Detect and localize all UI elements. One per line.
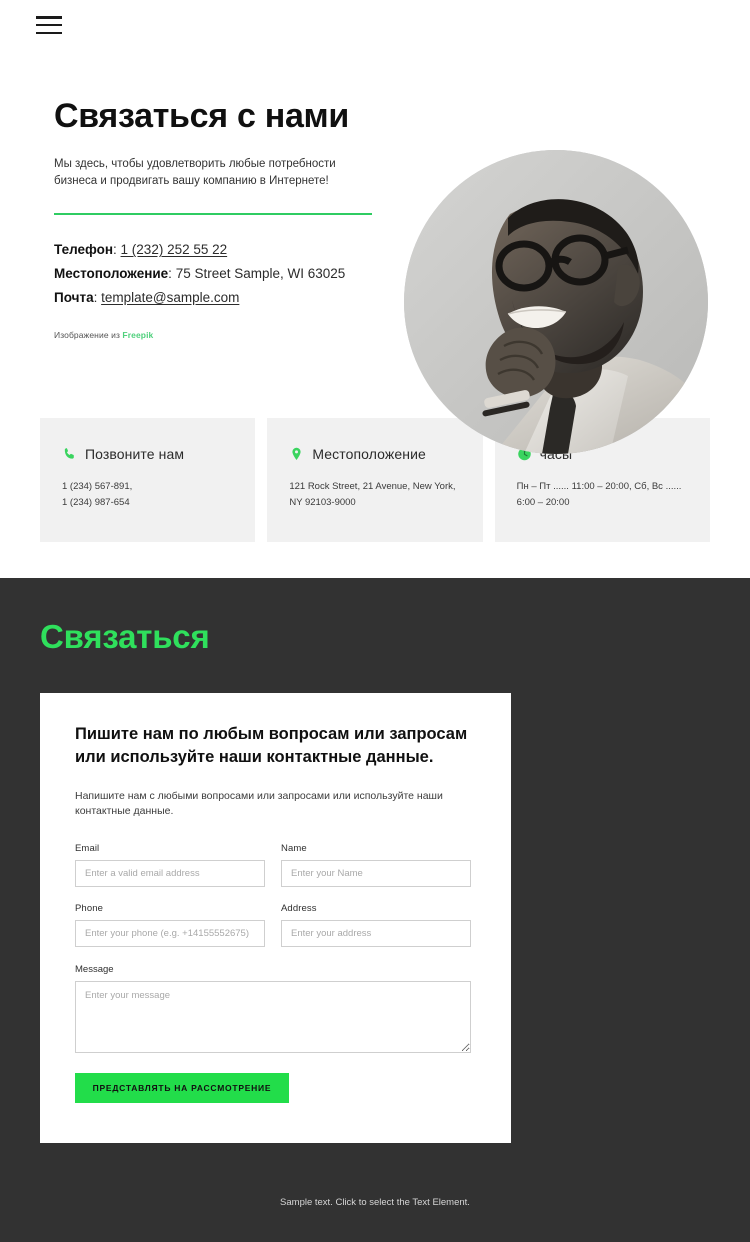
- hamburger-bar: [36, 23, 62, 27]
- phone-input[interactable]: [75, 920, 265, 947]
- info-card-location: Местоположение 121 Rock Street, 21 Avenu…: [267, 418, 483, 542]
- label-address: Address: [281, 903, 317, 914]
- contact-form-card: Пишите нам по любым вопросам или запроса…: [40, 692, 511, 1143]
- hero-subtitle: Мы здесь, чтобы удовлетворить любые потр…: [54, 158, 336, 188]
- info-card-header: Позвоните нам: [62, 446, 233, 462]
- phone-icon: [64, 448, 74, 459]
- freepik-link[interactable]: Freepik: [122, 330, 153, 340]
- form-field-phone: Phone: [75, 903, 265, 947]
- page-title: Связаться с нами: [54, 97, 350, 135]
- contact-location-label: Местоположение: [54, 266, 169, 282]
- contact-form-section: Связаться Пишите нам по любым вопросам и…: [0, 577, 750, 1242]
- info-card-call: Позвоните нам 1 (234) 567-891, 1 (234) 9…: [40, 418, 256, 542]
- contact-email-row: Почта: template@sample.com: [54, 286, 354, 310]
- hamburger-bar: [36, 31, 62, 34]
- address-input[interactable]: [281, 920, 471, 947]
- sep: :: [93, 290, 102, 306]
- name-input[interactable]: [281, 860, 471, 887]
- hero-text-column: Связаться с нами Мы здесь, чтобы удовлет…: [54, 84, 394, 340]
- contact-location-row: Местоположение: 75 Street Sample, WI 630…: [54, 262, 354, 286]
- submit-button[interactable]: ПРЕДСТАВЛЯТЬ НА РАССМОТРЕНИЕ: [75, 1073, 289, 1103]
- contact-email-label: Почта: [54, 290, 94, 306]
- image-credit-text: Изображение из: [54, 330, 120, 341]
- hamburger-bar: [36, 16, 62, 19]
- form-field-message: Message: [75, 964, 479, 1053]
- contact-email-link[interactable]: template@sample.com: [101, 290, 239, 305]
- contact-phone-row: Телефон: 1 (232) 252 55 22: [54, 238, 354, 262]
- message-textarea[interactable]: [75, 981, 471, 1053]
- image-credit: Изображение из Freepik: [54, 330, 394, 340]
- form-heading: Пишите нам по любым вопросам или запроса…: [75, 724, 468, 767]
- contact-phone-link[interactable]: 1 (232) 252 55 22: [121, 242, 228, 257]
- hero-portrait-photo: [404, 150, 708, 454]
- info-card-body: 121 Rock Street, 21 Avenue, New York, NY…: [289, 481, 456, 509]
- info-card-header: Местоположение: [289, 446, 460, 462]
- info-cards: Позвоните нам 1 (234) 567-891, 1 (234) 9…: [0, 418, 750, 542]
- map-pin-icon: [292, 447, 301, 460]
- hamburger-menu-icon[interactable]: [36, 14, 62, 34]
- info-card-title: Позвоните нам: [85, 446, 185, 462]
- sep: :: [168, 266, 176, 282]
- form-field-address: Address: [281, 903, 471, 947]
- section-title: Связаться: [40, 617, 210, 655]
- label-name: Name: [281, 843, 307, 854]
- site-header: [0, 0, 750, 62]
- form-fields-grid: Email Name Phone Address: [75, 843, 479, 947]
- label-email: Email: [75, 843, 100, 854]
- label-phone: Phone: [75, 903, 103, 914]
- portrait-illustration: [404, 150, 708, 454]
- contact-phone-label: Телефон: [54, 242, 114, 257]
- email-input[interactable]: [75, 860, 265, 887]
- accent-divider: [54, 212, 372, 215]
- label-message: Message: [75, 964, 114, 975]
- contact-location-value: 75 Street Sample, WI 63025: [175, 266, 346, 282]
- info-card-body: 1 (234) 567-891, 1 (234) 987-654: [62, 481, 133, 509]
- info-card-title: Местоположение: [312, 446, 426, 462]
- hero-section: Связаться с нами Мы здесь, чтобы удовлет…: [0, 62, 750, 454]
- form-field-email: Email: [75, 843, 265, 887]
- sep: :: [113, 242, 121, 257]
- footer-text: Sample text. Click to select the Text El…: [280, 1197, 470, 1208]
- form-field-name: Name: [281, 843, 471, 887]
- form-intro-text: Напишите нам с любыми вопросами или запр…: [75, 789, 443, 818]
- info-card-body: Пн – Пт ...... 11:00 – 20:00, Сб, Вс ...…: [516, 481, 682, 509]
- contact-details: Телефон: 1 (232) 252 55 22 Местоположени…: [54, 238, 354, 310]
